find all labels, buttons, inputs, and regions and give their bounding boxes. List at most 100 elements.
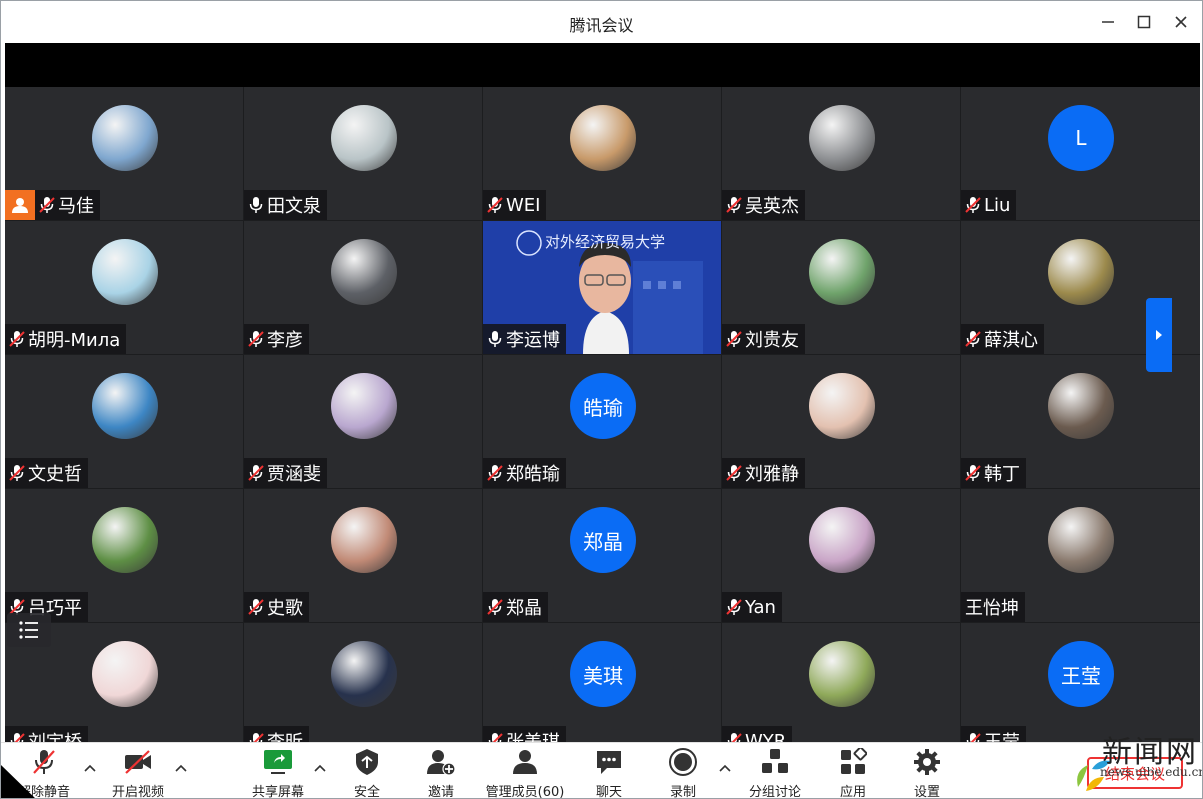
title-bar: 腾讯会议 [1, 1, 1202, 43]
record-button[interactable]: 录制 [643, 747, 723, 799]
participant-name: WEI [506, 194, 541, 216]
chat-icon [594, 747, 624, 777]
participant-name-tag: 胡明-Мила [5, 324, 127, 354]
participant-tile[interactable]: 皓瑜郑皓瑜 [483, 355, 721, 488]
participant-name-tag: 王莹 [961, 726, 1026, 742]
start-video-label: 开启视频 [111, 785, 164, 799]
apps-button[interactable]: 应用 [813, 747, 893, 799]
participant-tile[interactable]: 文史哲 [5, 355, 243, 488]
share-options-chevron-up-icon[interactable] [312, 761, 328, 777]
avatar [809, 239, 875, 305]
manage-members-button[interactable]: 管理成员(60) [485, 747, 565, 798]
participant-name: Liu [984, 194, 1011, 216]
participant-tile[interactable]: 王怡坤 [961, 489, 1200, 622]
mic-icon [487, 330, 506, 348]
list-icon [19, 621, 38, 639]
avatar [1048, 239, 1114, 305]
avatar-initial: 皓瑜 [570, 373, 636, 439]
members-icon [510, 747, 540, 777]
security-button[interactable]: 安全 [327, 747, 407, 798]
close-button[interactable] [1168, 9, 1194, 35]
participant-name-tag: 韩丁 [961, 458, 1026, 488]
meeting-toolbar: 解除静音 开启视频 共享屏幕 安全 邀请 管理成员(60) 聊天 录制 分组讨论… [1, 742, 1202, 799]
participant-name-tag: 薛淇心 [961, 324, 1044, 354]
apps-label: 应用 [839, 785, 866, 799]
chat-label: 聊天 [595, 785, 622, 799]
participant-tile[interactable]: 王莹王莹 [961, 623, 1200, 742]
participant-name: 吴英杰 [745, 196, 799, 217]
mic-muted-icon [726, 732, 745, 742]
add-user-icon [426, 747, 456, 777]
participant-tile[interactable]: WYR [722, 623, 960, 742]
next-page-button[interactable] [1146, 298, 1172, 372]
mic-muted-icon [248, 598, 267, 616]
participant-tile[interactable]: Yan [722, 489, 960, 622]
mic-muted-icon [726, 598, 745, 616]
member-list-toggle[interactable] [7, 613, 51, 647]
record-options-chevron-up-icon[interactable] [717, 761, 733, 777]
avatar [92, 239, 158, 305]
participant-name: 薛淇心 [984, 330, 1038, 351]
participant-name-tag: WYR [722, 726, 793, 742]
share-screen-button[interactable]: 共享屏幕 [238, 747, 318, 798]
close-icon [1175, 16, 1187, 28]
participant-name: 郑皓瑜 [506, 464, 560, 485]
mic-muted-icon [726, 196, 745, 214]
camera-off-icon [123, 747, 153, 777]
invite-button[interactable]: 邀请 [401, 747, 481, 798]
participant-tile[interactable]: 吴英杰 [722, 87, 960, 220]
participant-tile[interactable]: 郑晶 郑晶 [483, 489, 721, 622]
video-options-chevron-up-icon[interactable] [173, 761, 189, 777]
participant-tile[interactable]: 吕巧平 [5, 489, 243, 622]
participant-name: 刘宇桥 [28, 728, 82, 742]
participant-tile[interactable]: 马佳 [5, 87, 243, 220]
participant-tile[interactable]: 刘贵友 [722, 221, 960, 354]
avatar [331, 507, 397, 573]
participant-tile[interactable]: 胡明-Мила [5, 221, 243, 354]
participant-tile[interactable]: 贾涵斐 [244, 355, 482, 488]
shield-icon [352, 747, 382, 777]
participant-name: 田文泉 [267, 196, 321, 217]
mic-muted-icon [726, 464, 745, 482]
settings-button[interactable]: 设置 [887, 747, 967, 798]
avatar-initial: 美琪 [570, 641, 636, 707]
participant-name-tag: 郑皓瑜 [483, 458, 566, 488]
participant-tile[interactable]: 史歌 [244, 489, 482, 622]
gear-icon [912, 747, 942, 777]
participant-name: 李彦 [267, 330, 303, 351]
meeting-window: 腾讯会议 马佳 田文泉 WEI 吴英杰 L Liu 胡明-Мила 李彦 对外经济贸易大学 李运博… [0, 0, 1203, 799]
mic-muted-icon [487, 732, 506, 742]
participant-tile[interactable]: 李彦 [244, 221, 482, 354]
mic-icon [248, 196, 267, 214]
avatar [1048, 507, 1114, 573]
avatar-initial: 王莹 [1048, 641, 1114, 707]
breakout-rooms-button[interactable]: 分组讨论 [735, 747, 815, 798]
avatar [331, 641, 397, 707]
record-label: 录制 [669, 785, 696, 799]
participant-tile[interactable]: WEI [483, 87, 721, 220]
participant-name-tag: 王怡坤 [961, 592, 1025, 622]
participant-tile[interactable]: 韩丁 [961, 355, 1200, 488]
start-video-button[interactable]: 开启视频 [98, 747, 178, 799]
mic-muted-icon [9, 732, 28, 742]
mic-muted-icon [39, 196, 58, 214]
participant-tile[interactable]: 对外经济贸易大学 李运博 [483, 221, 721, 354]
audio-options-chevron-up-icon[interactable] [82, 761, 98, 777]
maximize-button[interactable] [1131, 9, 1157, 35]
participant-tile[interactable]: 刘雅静 [722, 355, 960, 488]
mic-muted-icon [965, 196, 984, 214]
participant-name-tag: 李昕 [244, 726, 309, 742]
participant-tile[interactable]: L Liu [961, 87, 1200, 220]
avatar [1048, 373, 1114, 439]
mic-muted-icon [487, 464, 506, 482]
watermark-url: news.uibe.edu.cn [1100, 765, 1203, 779]
participant-tile[interactable]: 田文泉 [244, 87, 482, 220]
participant-tile[interactable]: 美琪张美琪 [483, 623, 721, 742]
participant-name: 刘雅静 [745, 464, 799, 485]
participant-tile[interactable]: 李昕 [244, 623, 482, 742]
avatar [331, 373, 397, 439]
chat-button[interactable]: 聊天 [569, 747, 649, 799]
share-screen-icon [263, 747, 293, 777]
minimize-button[interactable] [1095, 9, 1121, 35]
participant-name: 王怡坤 [965, 598, 1019, 619]
